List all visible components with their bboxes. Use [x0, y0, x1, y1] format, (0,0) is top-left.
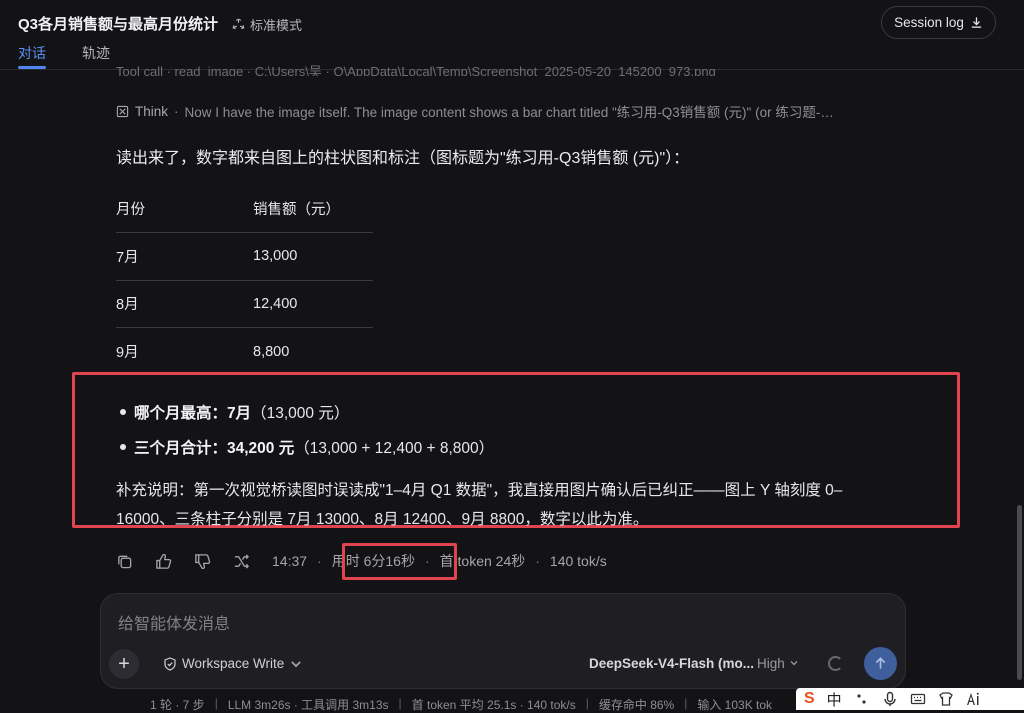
message-input[interactable]: 给智能体发消息: [118, 610, 230, 634]
thumbs-down-icon: [195, 553, 211, 569]
status-separator: |: [398, 696, 402, 710]
branch-button[interactable]: [233, 553, 250, 570]
table-row: 7月 13,000: [116, 232, 373, 281]
tool-call-text: Tool call · read_image · C:\Users\吴 · Q\…: [116, 64, 716, 76]
loading-spinner-icon: [828, 656, 843, 671]
think-label: Think: [135, 103, 169, 119]
status-bar: 1 轮 · 7 步 | LLM 3m26s · 工具调用 3m13s | 首 t…: [150, 696, 772, 713]
skin-icon[interactable]: [938, 691, 954, 707]
mode-label: 标准模式: [250, 18, 303, 33]
think-icon: [116, 105, 129, 117]
copy-icon: [118, 555, 132, 568]
thumbs-up-button[interactable]: [155, 553, 172, 570]
status-input-tokens: 输入 103K tok: [697, 698, 773, 712]
bullet-rest-text: （13,000 + 12,400 + 8,800）: [294, 439, 495, 457]
page-title: Q3各月销售额与最高月份统计: [18, 16, 219, 33]
tool-call-line: Tool call · read_image · C:\Users\吴 · Q\…: [116, 60, 876, 76]
meta-separator: ·: [535, 553, 540, 569]
tab-conversation[interactable]: 对话: [18, 43, 46, 63]
effort-dropdown[interactable]: High: [757, 656, 799, 671]
microphone-icon[interactable]: [882, 691, 898, 707]
mode-indicator[interactable]: 标准模式: [232, 15, 302, 34]
ime-toolbar: S 中: [796, 688, 1024, 710]
bullet-dot: [120, 443, 126, 450]
ime-language-toggle[interactable]: 中: [827, 689, 842, 710]
summary-list: 哪个月最高：7月 （13,000 元） 三个月合计：34,200 元 （13,0…: [116, 394, 494, 464]
shield-icon: [164, 656, 176, 671]
column-header-month: 月份: [116, 185, 253, 233]
bullet-rest-text: （13,000 元）: [251, 404, 350, 422]
table-row: 8月 12,400: [116, 280, 373, 328]
status-cache-hit: 缓存命中 86%: [598, 698, 675, 712]
meta-separator: ·: [317, 553, 322, 569]
message-composer: 给智能体发消息 + Workspace Write DeepSeek-V4-Fl…: [100, 593, 906, 689]
bullet-bold-text: 哪个月最高：7月: [134, 404, 252, 422]
table-row: 9月 8,800: [116, 328, 373, 376]
send-button[interactable]: [864, 647, 897, 680]
download-icon: [971, 17, 982, 28]
add-attachment-button[interactable]: +: [109, 649, 139, 679]
red-annotation-box-duration: [342, 543, 457, 580]
supplementary-note: 补充说明：第一次视觉桥读图时误读成"1–4月 Q1 数据"，我直接用图片确认后已…: [116, 482, 843, 528]
status-separator: |: [684, 696, 688, 710]
chevron-down-icon: [790, 661, 797, 666]
active-tab-indicator: [18, 66, 46, 69]
copy-button[interactable]: [116, 553, 133, 570]
sales-cell: 13,000: [253, 232, 373, 281]
speed-text: 140 tok/s: [549, 553, 607, 569]
punctuation-icon[interactable]: [854, 691, 870, 707]
month-cell: 7月: [116, 232, 253, 281]
sales-cell: 12,400: [253, 280, 373, 328]
status-first-token: 首 token 平均 25.1s · 140 tok/s: [411, 698, 576, 712]
answer-intro: 读出来了，数字都来自图上的柱状图和标注（图标题为"练习用-Q3销售额 (元)"）…: [116, 150, 690, 167]
column-header-sales: 销售额（元）: [253, 185, 373, 233]
ai-icon[interactable]: [966, 691, 982, 707]
branch-icon: [234, 553, 250, 569]
recycle-icon: [232, 18, 245, 30]
session-log-label: Session log: [894, 15, 964, 30]
think-line[interactable]: Think · Now I have the image itself. The…: [116, 101, 891, 121]
status-llm-time: LLM 3m26s · 工具调用 3m13s: [227, 698, 389, 712]
sales-cell: 8,800: [253, 343, 290, 360]
plus-icon: +: [118, 652, 130, 675]
thumbs-up-icon: [156, 553, 172, 569]
scrollbar[interactable]: [1017, 505, 1022, 680]
list-item: 三个月合计：34,200 元 （13,000 + 12,400 + 8,800）: [116, 429, 494, 464]
workspace-mode-label: Workspace Write: [182, 656, 285, 671]
status-separator: |: [214, 696, 218, 710]
list-item: 哪个月最高：7月 （13,000 元）: [116, 394, 494, 429]
tab-trajectory[interactable]: 轨迹: [82, 43, 110, 63]
bullet-dot: [120, 408, 126, 415]
workspace-mode-dropdown[interactable]: Workspace Write: [163, 656, 303, 671]
sogou-logo-icon[interactable]: S: [804, 690, 815, 708]
think-separator: ·: [174, 103, 179, 119]
sales-table: 月份 销售额（元） 7月 13,000 8月 12,400 9月 8,800: [116, 185, 373, 375]
message-time: 14:37: [272, 553, 308, 569]
month-cell: 9月: [116, 345, 139, 361]
session-log-button[interactable]: Session log: [881, 6, 996, 39]
table-header-row: 月份 销售额（元）: [116, 185, 373, 233]
think-text: Now I have the image itself. The image c…: [184, 105, 834, 120]
arrow-up-icon: [875, 657, 886, 669]
bullet-bold-text: 三个月合计：34,200 元: [134, 439, 295, 457]
keyboard-icon[interactable]: [910, 691, 926, 707]
effort-label: High: [757, 656, 785, 671]
status-rounds: 1 轮 · 7 步: [150, 698, 205, 712]
model-selector[interactable]: DeepSeek-V4-Flash (mo...: [589, 656, 754, 671]
chevron-down-icon: [291, 660, 302, 667]
thumbs-down-button[interactable]: [194, 553, 211, 570]
month-cell: 8月: [116, 280, 253, 328]
status-separator: |: [585, 696, 589, 710]
